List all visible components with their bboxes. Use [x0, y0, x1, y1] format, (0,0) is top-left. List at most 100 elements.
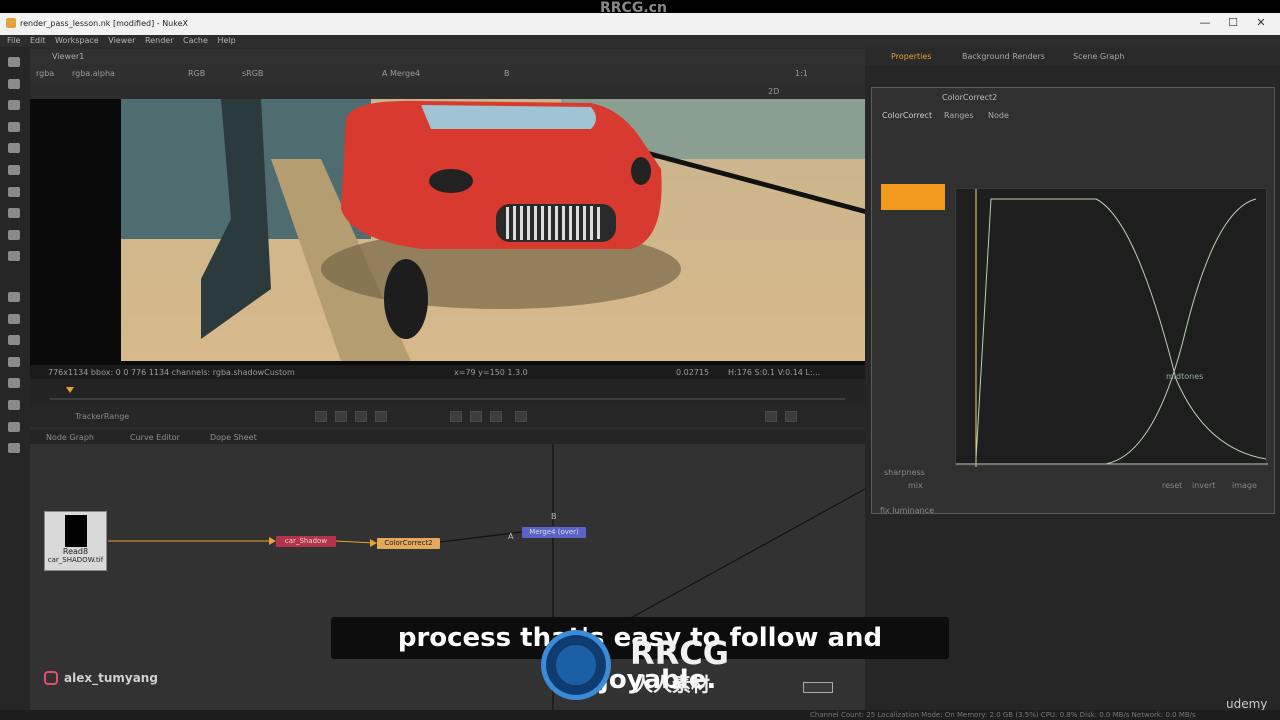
3d-tool-icon[interactable] — [8, 251, 20, 261]
tab-properties[interactable]: Properties — [891, 52, 931, 61]
menu-viewer[interactable]: Viewer — [108, 36, 135, 45]
menu-bar: File Edit Workspace Viewer Render Cache … — [0, 35, 1280, 47]
rrcg-logo-icon — [541, 630, 611, 700]
channel-tool-icon[interactable] — [8, 122, 20, 132]
menu-workspace[interactable]: Workspace — [55, 36, 99, 45]
tab-curve-editor[interactable]: Curve Editor — [130, 433, 180, 442]
realtime-button[interactable] — [785, 411, 797, 422]
close-button[interactable]: ✕ — [1249, 16, 1273, 30]
prev-frame-button[interactable] — [355, 411, 367, 422]
control-label-mix: mix — [908, 481, 923, 490]
tab-dope-sheet[interactable]: Dope Sheet — [210, 433, 257, 442]
colorspace-dropdown[interactable]: RGB — [188, 69, 205, 78]
draw-tool-icon[interactable] — [8, 79, 20, 89]
subtab-node[interactable]: Node — [988, 111, 1009, 120]
rrcg-logo-text: RRCG — [630, 634, 730, 672]
prev-keyframe-button[interactable] — [335, 411, 347, 422]
play-forward-button[interactable] — [450, 411, 462, 422]
merge-tool-icon[interactable] — [8, 208, 20, 218]
lut-dropdown[interactable]: sRGB — [242, 69, 263, 78]
toolsets-tool-icon[interactable] — [8, 335, 20, 345]
minimize-button[interactable]: — — [1193, 16, 1217, 30]
viewer-node[interactable] — [803, 682, 833, 693]
metadata-tool-icon[interactable] — [8, 314, 20, 324]
curve-selector-swatch[interactable] — [881, 184, 945, 210]
cara-tool-icon[interactable] — [8, 422, 20, 432]
colorcorrect-properties: ColorCorrect2 ColorCorrect Ranges Node m… — [871, 87, 1275, 515]
menu-file[interactable]: File — [7, 36, 20, 45]
ranges-curve-editor[interactable]: midtones — [955, 188, 1268, 467]
next-keyframe-button[interactable] — [490, 411, 502, 422]
merge-node[interactable]: Merge4 (over) — [522, 527, 586, 538]
node-title-field[interactable]: ColorCorrect2 — [942, 93, 997, 102]
filter-tool-icon[interactable] — [8, 165, 20, 175]
control-label-sharpness: sharpness — [884, 468, 925, 477]
playback-controls: TrackerRange — [30, 407, 865, 427]
render-image-car — [121, 99, 865, 361]
viewer-info-bar: 776x1134 bbox: 0 0 776 1134 channels: rg… — [30, 365, 865, 379]
top-black-strip: RRCG.cn — [0, 0, 1280, 16]
merge-input-b-label: B — [551, 512, 557, 521]
loop-mode-button[interactable] — [765, 411, 777, 422]
merge-input-a-label: A — [508, 532, 514, 541]
format-info: 776x1134 bbox: 0 0 776 1134 channels: rg… — [48, 368, 295, 377]
input-b-dropdown[interactable]: B — [504, 69, 510, 78]
udemy-watermark: udemy — [1226, 697, 1268, 711]
reset-button[interactable]: reset — [1162, 481, 1182, 490]
viewer-tab[interactable]: Viewer1 — [52, 52, 84, 61]
frame-range-label: TrackerRange — [75, 412, 130, 421]
read-node-thumbnail — [64, 515, 87, 547]
node-toolbar — [0, 47, 30, 710]
instagram-handle: alex_tumyang — [64, 671, 158, 685]
viewer-toolbar-bottom: 2D — [30, 81, 865, 99]
last-frame-button[interactable] — [515, 411, 527, 422]
rrcg-logo-subtext: 人人素材 — [634, 674, 711, 696]
status-text: Channel Count: 25 Localization Mode: On … — [810, 711, 1196, 719]
read-node-name: Read8 — [62, 547, 89, 556]
other-tool-icon[interactable] — [8, 357, 20, 367]
image-button[interactable]: image — [1232, 481, 1257, 490]
time-tool-icon[interactable] — [8, 100, 20, 110]
ocula-tool-icon[interactable] — [8, 400, 20, 410]
input-a-dropdown[interactable]: A Merge4 — [382, 69, 420, 78]
image-tool-icon[interactable] — [8, 57, 20, 67]
menu-edit[interactable]: Edit — [30, 36, 46, 45]
tab-node-graph[interactable]: Node Graph — [46, 433, 94, 442]
play-backward-button[interactable] — [375, 411, 387, 422]
color-tool-icon[interactable] — [8, 143, 20, 153]
timeline[interactable] — [30, 379, 865, 407]
window-title: render_pass_lesson.nk [modified] - NukeX — [20, 19, 188, 28]
curve-label-midtones: midtones — [1166, 372, 1203, 381]
next-frame-button[interactable] — [470, 411, 482, 422]
viewer-viewport[interactable] — [30, 99, 865, 369]
menu-render[interactable]: Render — [145, 36, 173, 45]
invert-button[interactable]: invert — [1192, 481, 1215, 490]
read-node[interactable]: Read8 car_SHADOW.tif — [44, 511, 107, 571]
menu-help[interactable]: Help — [217, 36, 235, 45]
colorcorrect-node[interactable]: ColorCorrect2 — [377, 538, 440, 549]
tab-background-renders[interactable]: Background Renders — [962, 52, 1045, 61]
furnace-tool-icon[interactable] — [8, 378, 20, 388]
read-node-file: car_SHADOW.tif — [47, 556, 104, 564]
window-titlebar: render_pass_lesson.nk [modified] - NukeX… — [0, 13, 1280, 35]
particles-tool-icon[interactable] — [8, 443, 20, 453]
properties-tab-bar: Properties Background Renders Scene Grap… — [865, 47, 1280, 65]
zoom-dropdown[interactable]: 1:1 — [795, 69, 808, 78]
subtab-ranges[interactable]: Ranges — [944, 111, 974, 120]
transform-tool-icon[interactable] — [8, 230, 20, 240]
tab-scene-graph[interactable]: Scene Graph — [1073, 52, 1124, 61]
node-graph-tab-bar: Node Graph Curve Editor Dope Sheet — [30, 430, 865, 444]
views-tool-icon[interactable] — [8, 292, 20, 302]
alpha-dropdown[interactable]: rgba.alpha — [72, 69, 115, 78]
menu-cache[interactable]: Cache — [183, 36, 208, 45]
properties-panel: Properties Background Renders Scene Grap… — [865, 47, 1280, 710]
instagram-icon — [44, 671, 58, 685]
first-frame-button[interactable] — [315, 411, 327, 422]
keyer-tool-icon[interactable] — [8, 187, 20, 197]
shadow-node[interactable]: car_Shadow — [276, 536, 336, 547]
maximize-button[interactable]: ☐ — [1221, 16, 1245, 30]
status-bar: Channel Count: 25 Localization Mode: On … — [0, 710, 1280, 720]
view-mode-dropdown[interactable]: 2D — [768, 87, 779, 96]
channels-dropdown[interactable]: rgba — [36, 69, 54, 78]
subtab-colorcorrect[interactable]: ColorCorrect — [882, 111, 932, 120]
